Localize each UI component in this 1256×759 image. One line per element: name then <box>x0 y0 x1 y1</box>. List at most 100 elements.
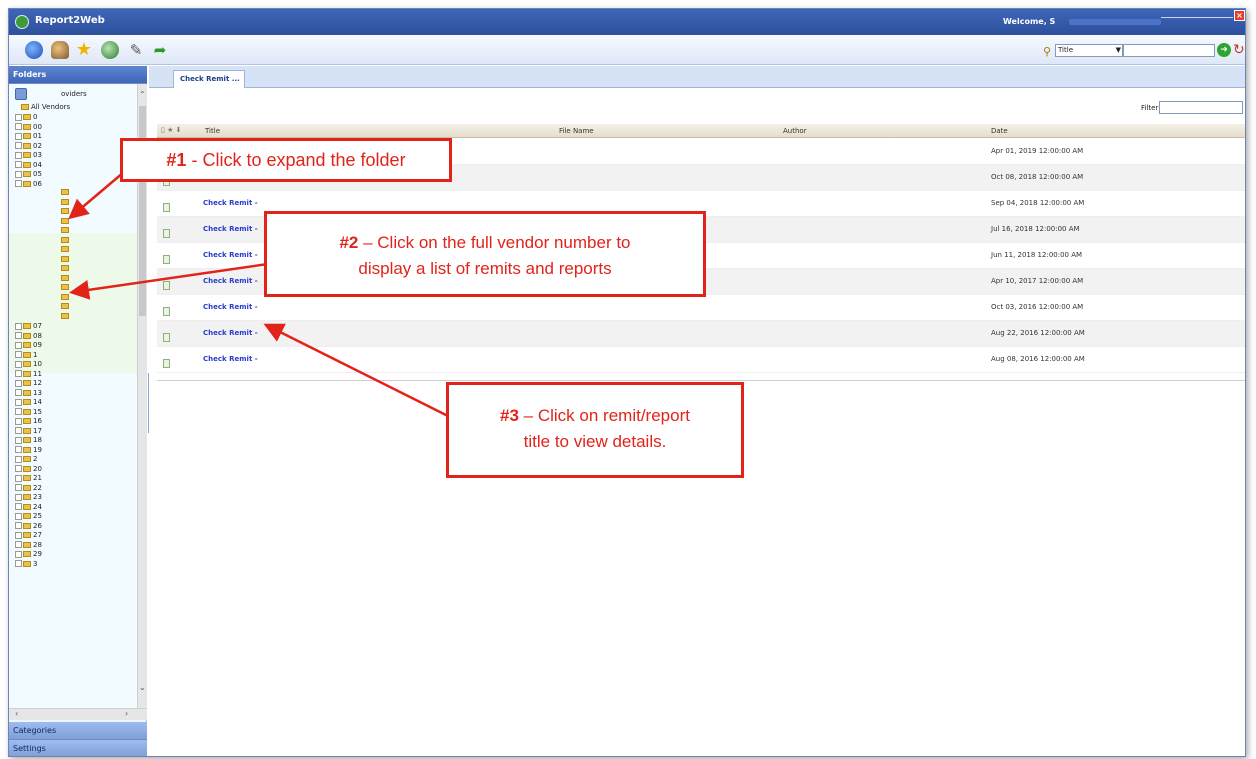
collapse-icon[interactable] <box>15 180 22 187</box>
column-author[interactable]: Author <box>783 127 807 135</box>
tree-item-folder[interactable]: 21 <box>15 473 42 483</box>
tree-item-folder[interactable]: 10 <box>15 359 42 369</box>
expand-icon[interactable] <box>15 360 22 368</box>
expand-icon[interactable] <box>15 512 22 520</box>
scroll-up-icon[interactable]: ⌃ <box>139 90 146 99</box>
expand-icon[interactable] <box>15 455 22 463</box>
row-title-link[interactable]: Check Remit - <box>203 329 258 337</box>
tree-item-all-vendors[interactable]: All Vendors <box>21 102 70 112</box>
expand-icon[interactable] <box>15 541 22 548</box>
expand-icon[interactable] <box>15 332 22 339</box>
column-title[interactable]: Title <box>205 127 220 135</box>
vendor-folder-icon[interactable] <box>61 227 69 233</box>
expand-icon[interactable] <box>15 398 22 406</box>
expand-icon[interactable] <box>15 408 22 415</box>
row-title-link[interactable]: Check Remit - <box>203 303 258 311</box>
expand-icon[interactable] <box>15 560 22 567</box>
globe-icon[interactable] <box>25 41 43 59</box>
refresh-icon[interactable]: ↻ <box>1233 42 1245 58</box>
expand-icon[interactable] <box>15 493 22 501</box>
star-icon[interactable]: ★ <box>75 41 93 59</box>
tree-item-folder[interactable]: 17 <box>15 426 42 436</box>
scroll-right-icon[interactable]: › <box>125 709 128 718</box>
expand-icon[interactable] <box>15 341 22 349</box>
tree-item-folder[interactable]: 05 <box>15 169 42 179</box>
scroll-down-icon[interactable]: ⌄ <box>139 683 146 692</box>
vendor-folder-icon[interactable] <box>61 236 69 243</box>
vendor-folder-icon[interactable] <box>61 217 69 224</box>
expand-icon[interactable] <box>15 389 22 396</box>
tree-item-folder[interactable]: 13 <box>15 388 42 398</box>
close-icon[interactable]: × <box>1234 10 1245 21</box>
folders-header[interactable]: Folders <box>9 66 147 84</box>
expand-icon[interactable] <box>15 522 22 529</box>
row-title-link[interactable]: Check Remit - <box>203 277 258 285</box>
tree-item-folder[interactable]: 19 <box>15 445 42 455</box>
tree-horizontal-scrollbar[interactable]: ‹ › <box>9 708 147 720</box>
expand-icon[interactable] <box>15 484 22 491</box>
column-date[interactable]: Date <box>991 127 1008 135</box>
expand-icon[interactable] <box>15 531 22 539</box>
table-row[interactable]: Check Remit - Oct 03, 2016 12:00:00 AM <box>157 295 1245 321</box>
tree-item-folder[interactable]: 15 <box>15 407 42 417</box>
expand-icon[interactable] <box>15 446 22 453</box>
tree-item-folder[interactable]: 18 <box>15 435 42 445</box>
row-title-link[interactable]: Check Remit - <box>203 251 258 259</box>
tab-check-remit[interactable]: Check Remit ... <box>173 70 245 88</box>
settings-header[interactable]: Settings <box>9 740 147 756</box>
scroll-left-icon[interactable]: ‹ <box>15 709 18 718</box>
tree-item-folder[interactable]: 26 <box>15 521 42 531</box>
expand-icon[interactable] <box>15 436 22 444</box>
tree-item-folder[interactable]: 29 <box>15 549 42 559</box>
tree-item-folder[interactable]: 11 <box>15 369 42 379</box>
tree-root-label[interactable]: oviders <box>61 90 87 98</box>
edit-icon[interactable]: ✎ <box>127 41 145 59</box>
vendor-folder-icon[interactable] <box>61 246 69 252</box>
expand-icon[interactable] <box>15 170 22 178</box>
expand-icon[interactable] <box>15 351 22 358</box>
tree-item-folder[interactable]: 03 <box>15 150 42 160</box>
tree-item-folder[interactable]: 00 <box>15 122 42 132</box>
table-row[interactable]: Check Remit - Aug 22, 2016 12:00:00 AM <box>157 321 1245 347</box>
search-field-select[interactable]: Title ▼ <box>1055 44 1123 57</box>
expand-icon[interactable] <box>15 427 22 434</box>
tree-item-folder[interactable]: 2 <box>15 454 37 464</box>
tree-item-folder[interactable]: 3 <box>15 559 37 569</box>
tree-item-expanded-folder[interactable]: 06 <box>15 179 42 189</box>
row-title-link[interactable]: Check Remit - <box>203 225 258 233</box>
tree-item-folder[interactable]: 27 <box>15 530 42 540</box>
tree-item-folder[interactable]: 08 <box>15 331 42 341</box>
tree-item-folder[interactable]: 20 <box>15 464 42 474</box>
expand-icon[interactable] <box>15 123 22 130</box>
tree-item-folder[interactable]: 04 <box>15 160 42 170</box>
expand-icon[interactable] <box>15 142 22 149</box>
tree-item-folder[interactable]: 16 <box>15 416 42 426</box>
tree-item-folder[interactable]: 14 <box>15 397 42 407</box>
vendor-folder-icon[interactable] <box>61 189 69 195</box>
vendor-folder-icon[interactable] <box>61 284 69 290</box>
tree-item-folder[interactable]: 12 <box>15 378 42 388</box>
expand-icon[interactable] <box>15 132 22 140</box>
tree-item-folder[interactable]: 0 <box>15 112 37 122</box>
vendor-folder-icon[interactable] <box>61 198 69 205</box>
vendor-folder-icon[interactable] <box>61 293 69 300</box>
expand-icon[interactable] <box>15 465 22 472</box>
expand-icon[interactable] <box>15 113 22 121</box>
expand-icon[interactable] <box>15 379 22 387</box>
tree-item-folder[interactable]: 02 <box>15 141 42 151</box>
tree-item-folder[interactable]: 22 <box>15 483 42 493</box>
tree-item-folder[interactable]: 07 <box>15 321 42 331</box>
expand-icon[interactable] <box>15 503 22 510</box>
expand-icon[interactable] <box>15 417 22 425</box>
vendor-folder-icon[interactable] <box>61 303 69 309</box>
categories-header[interactable]: Categories <box>9 722 147 740</box>
row-title-link[interactable]: Check Remit - <box>203 199 258 207</box>
expand-icon[interactable] <box>15 474 22 482</box>
tree-item-folder[interactable]: 1 <box>15 350 37 360</box>
vendor-folder-icon[interactable] <box>61 312 69 319</box>
user-icon[interactable] <box>51 41 69 59</box>
upload-icon[interactable]: ➦ <box>151 41 169 59</box>
tree-item-folder[interactable]: 24 <box>15 502 42 512</box>
search-input[interactable] <box>1123 44 1215 57</box>
history-icon[interactable] <box>101 41 119 59</box>
